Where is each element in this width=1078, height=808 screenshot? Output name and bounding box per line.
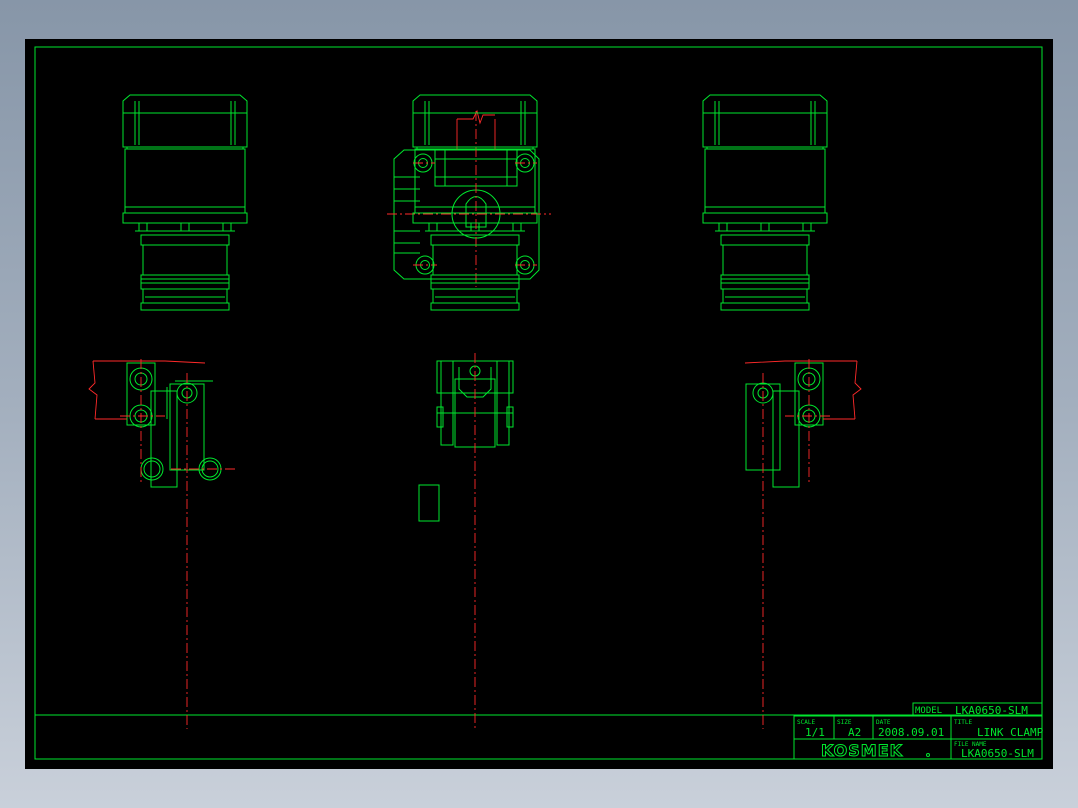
drawing-sheet: MODEL LKA0650-SLM SCALE 1/1 SIZE A2 DATE… — [25, 39, 1053, 769]
model-label: MODEL — [915, 706, 942, 716]
scale-value: 1/1 — [805, 726, 825, 739]
date-label: DATE — [876, 719, 891, 726]
size-value: A2 — [848, 726, 861, 739]
size-label: SIZE — [837, 719, 852, 726]
title-value: LINK CLAMP — [977, 726, 1044, 739]
filename-value: LKA0650-SLM — [961, 747, 1034, 760]
company-logo: KOSMEK — [821, 741, 903, 760]
scale-label: SCALE — [797, 719, 815, 726]
title-label: TITLE — [954, 719, 972, 726]
model-value: LKA0650-SLM — [955, 704, 1028, 717]
drawing-canvas: MODEL LKA0650-SLM SCALE 1/1 SIZE A2 DATE… — [25, 39, 1053, 769]
date-value: 2008.09.01 — [878, 726, 944, 739]
